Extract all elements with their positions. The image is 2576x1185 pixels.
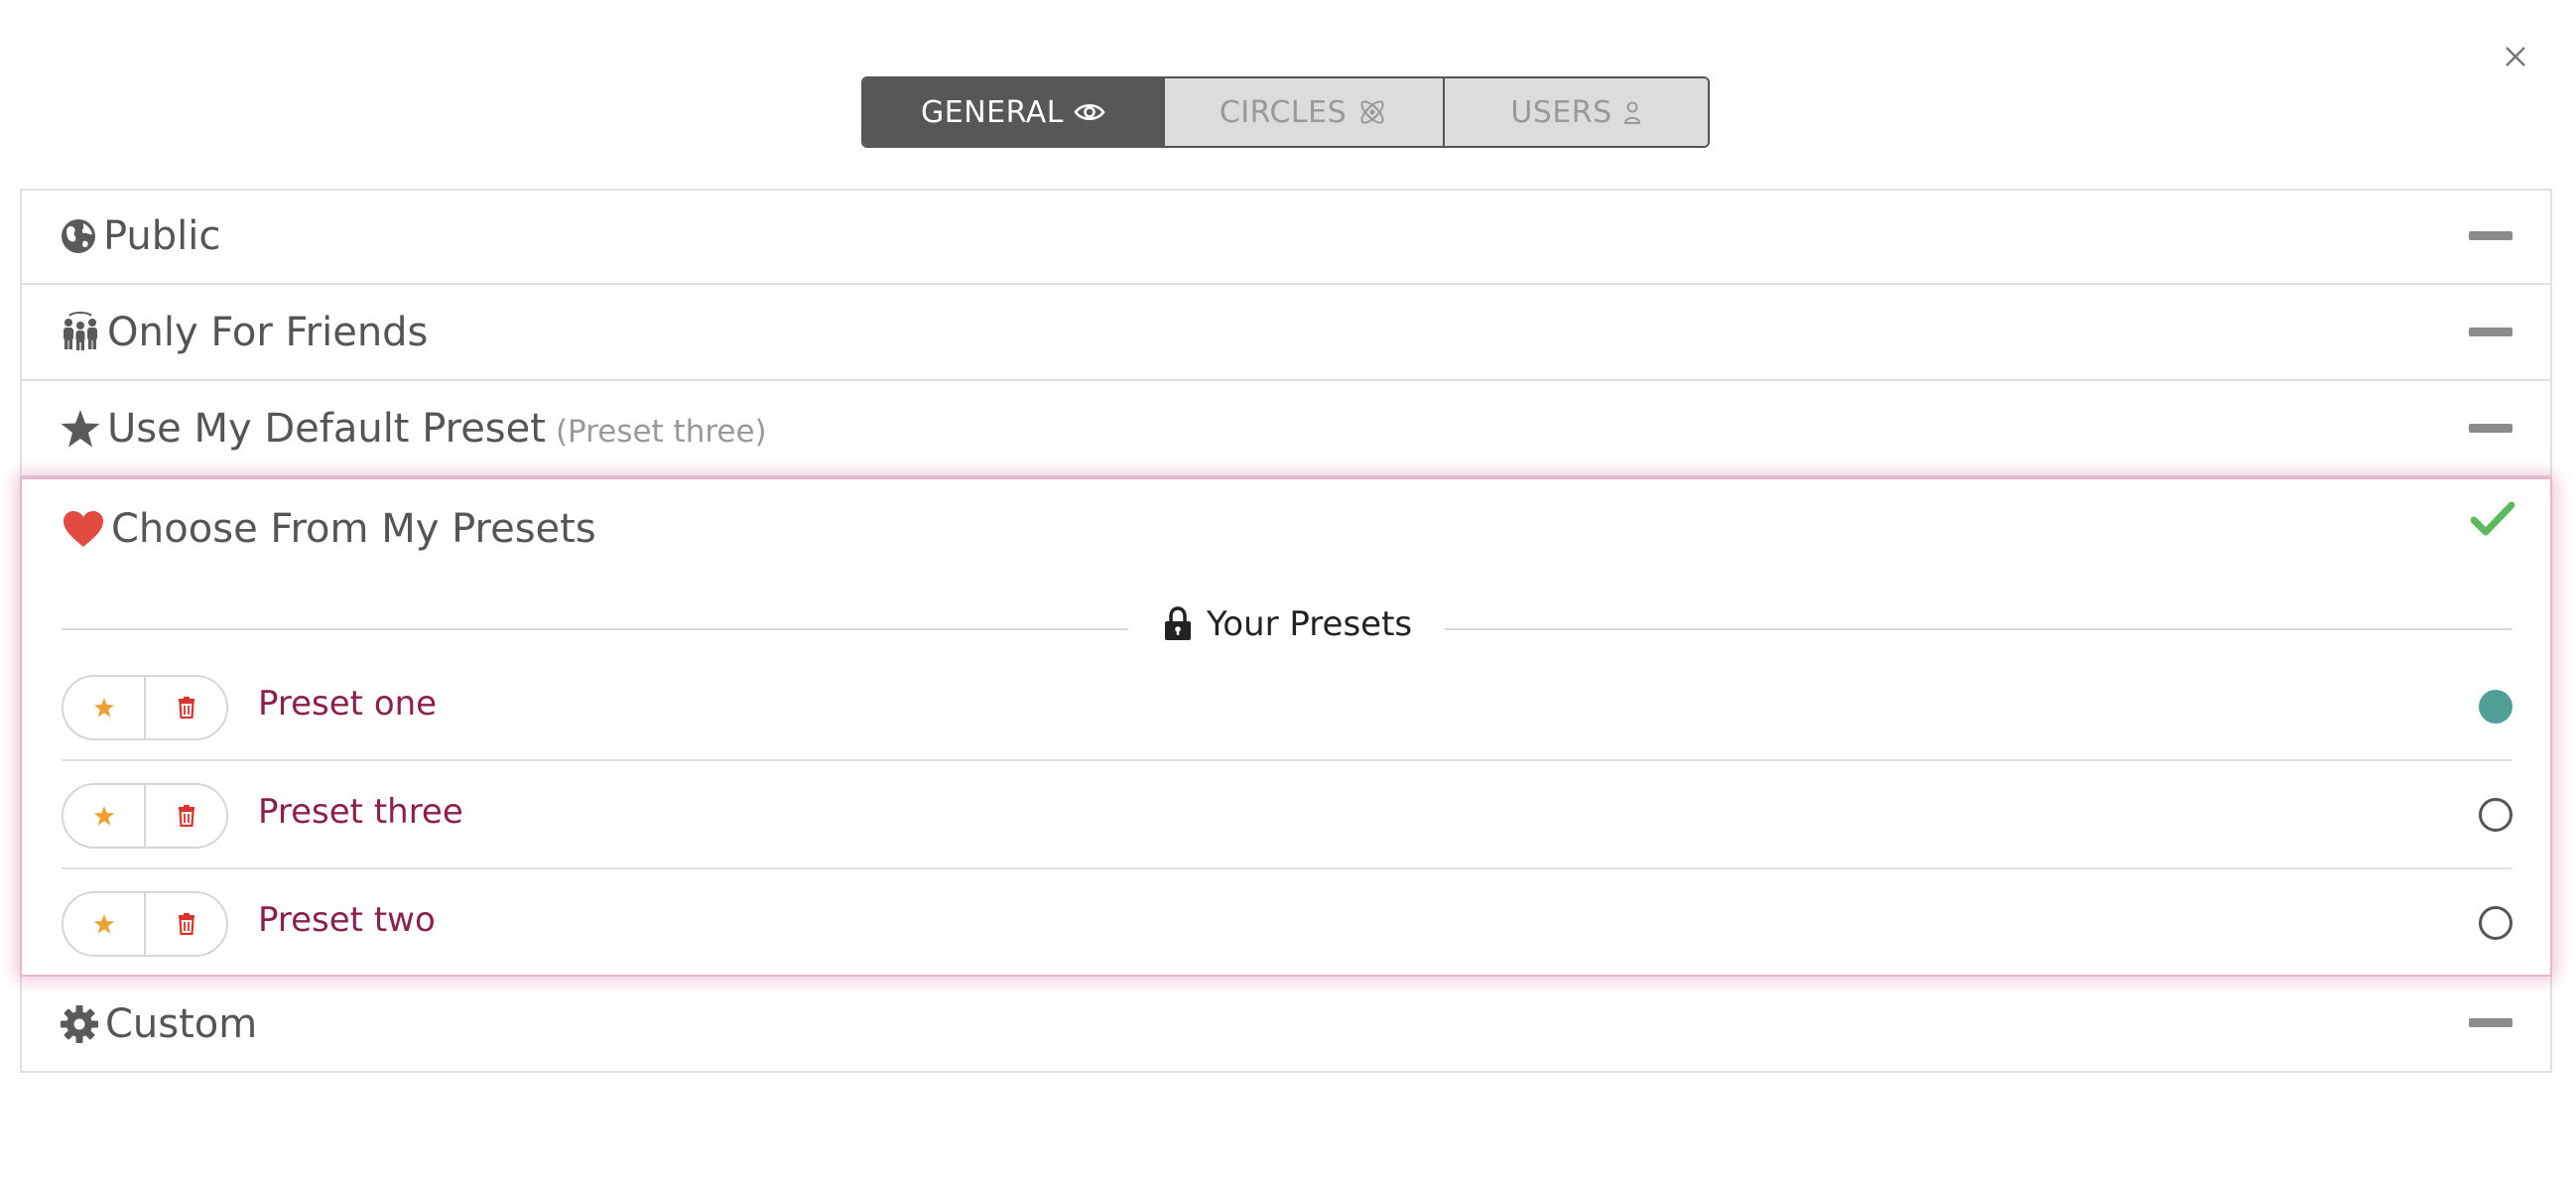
set-default-button[interactable] xyxy=(64,785,146,847)
option-custom[interactable]: Custom xyxy=(20,977,2552,1072)
eye-icon xyxy=(1074,104,1105,120)
preset-actions xyxy=(62,891,228,957)
collapse-icon xyxy=(2469,1018,2512,1027)
star-icon xyxy=(93,914,114,934)
your-presets-title: Your Presets xyxy=(1207,604,1413,644)
preset-radio[interactable] xyxy=(2479,798,2512,832)
option-choose-presets: Choose From My Presets Your Presets Pres… xyxy=(20,477,2552,977)
trash-icon xyxy=(178,697,194,719)
option-only-for-friends[interactable]: Only For Friends xyxy=(20,286,2552,381)
option-default-preset-label: Use My Default Preset xyxy=(107,406,546,452)
preset-actions xyxy=(62,675,228,740)
preset-name-link[interactable]: Preset one xyxy=(258,684,437,724)
globe-icon xyxy=(62,219,95,253)
lock-icon xyxy=(1165,606,1191,640)
group-icon xyxy=(64,312,97,350)
delete-preset-button[interactable] xyxy=(146,893,226,955)
collapse-icon xyxy=(2469,328,2512,336)
collapse-icon xyxy=(2469,424,2512,433)
set-default-button[interactable] xyxy=(64,893,146,955)
option-default-preset-title: Use My Default Preset (Preset three) xyxy=(107,406,767,452)
user-icon xyxy=(1623,101,1640,124)
section-divider-left xyxy=(62,628,1128,630)
star-icon xyxy=(61,410,100,448)
preset-radio[interactable] xyxy=(2479,906,2512,940)
option-only-for-friends-label: Only For Friends xyxy=(107,310,429,355)
delete-preset-button[interactable] xyxy=(146,677,226,738)
collapse-icon xyxy=(2469,231,2512,240)
tab-circles[interactable]: CIRCLES xyxy=(1163,78,1443,146)
tab-circles-label: CIRCLES xyxy=(1219,94,1348,130)
star-icon xyxy=(93,698,114,718)
tab-general[interactable]: GENERAL xyxy=(863,78,1163,146)
checkmark-icon xyxy=(2471,501,2514,536)
tab-users-label: USERS xyxy=(1510,94,1612,130)
your-presets-heading: Your Presets xyxy=(1163,604,1412,644)
option-choose-presets-header[interactable]: Choose From My Presets xyxy=(62,499,596,559)
tab-users[interactable]: USERS xyxy=(1443,78,1708,146)
close-icon xyxy=(2506,47,2525,66)
preset-name-link[interactable]: Preset three xyxy=(258,792,463,832)
tab-general-label: GENERAL xyxy=(921,94,1064,130)
default-preset-name: (Preset three) xyxy=(555,414,767,450)
option-choose-presets-label: Choose From My Presets xyxy=(111,506,596,552)
preset-row: Preset one xyxy=(62,654,2512,761)
preset-radio-selected[interactable] xyxy=(2479,690,2512,724)
visibility-tabs: GENERAL CIRCLES USERS xyxy=(861,76,1710,148)
preset-row: Preset two xyxy=(62,870,2512,978)
close-button[interactable] xyxy=(2499,40,2532,73)
delete-preset-button[interactable] xyxy=(146,785,226,847)
option-default-preset[interactable]: Use My Default Preset (Preset three) xyxy=(20,382,2552,477)
trash-icon xyxy=(178,805,194,827)
heart-icon xyxy=(64,511,103,547)
option-custom-label: Custom xyxy=(105,1001,258,1047)
section-divider-right xyxy=(1445,628,2512,630)
option-public[interactable]: Public xyxy=(20,190,2552,285)
star-icon xyxy=(93,806,114,826)
option-public-label: Public xyxy=(103,213,221,259)
trash-icon xyxy=(178,913,194,935)
preset-actions xyxy=(62,783,228,849)
atom-icon xyxy=(1360,100,1384,124)
preset-name-link[interactable]: Preset two xyxy=(258,900,436,940)
set-default-button[interactable] xyxy=(64,677,146,738)
preset-row: Preset three xyxy=(62,762,2512,869)
gear-icon xyxy=(61,1005,98,1043)
